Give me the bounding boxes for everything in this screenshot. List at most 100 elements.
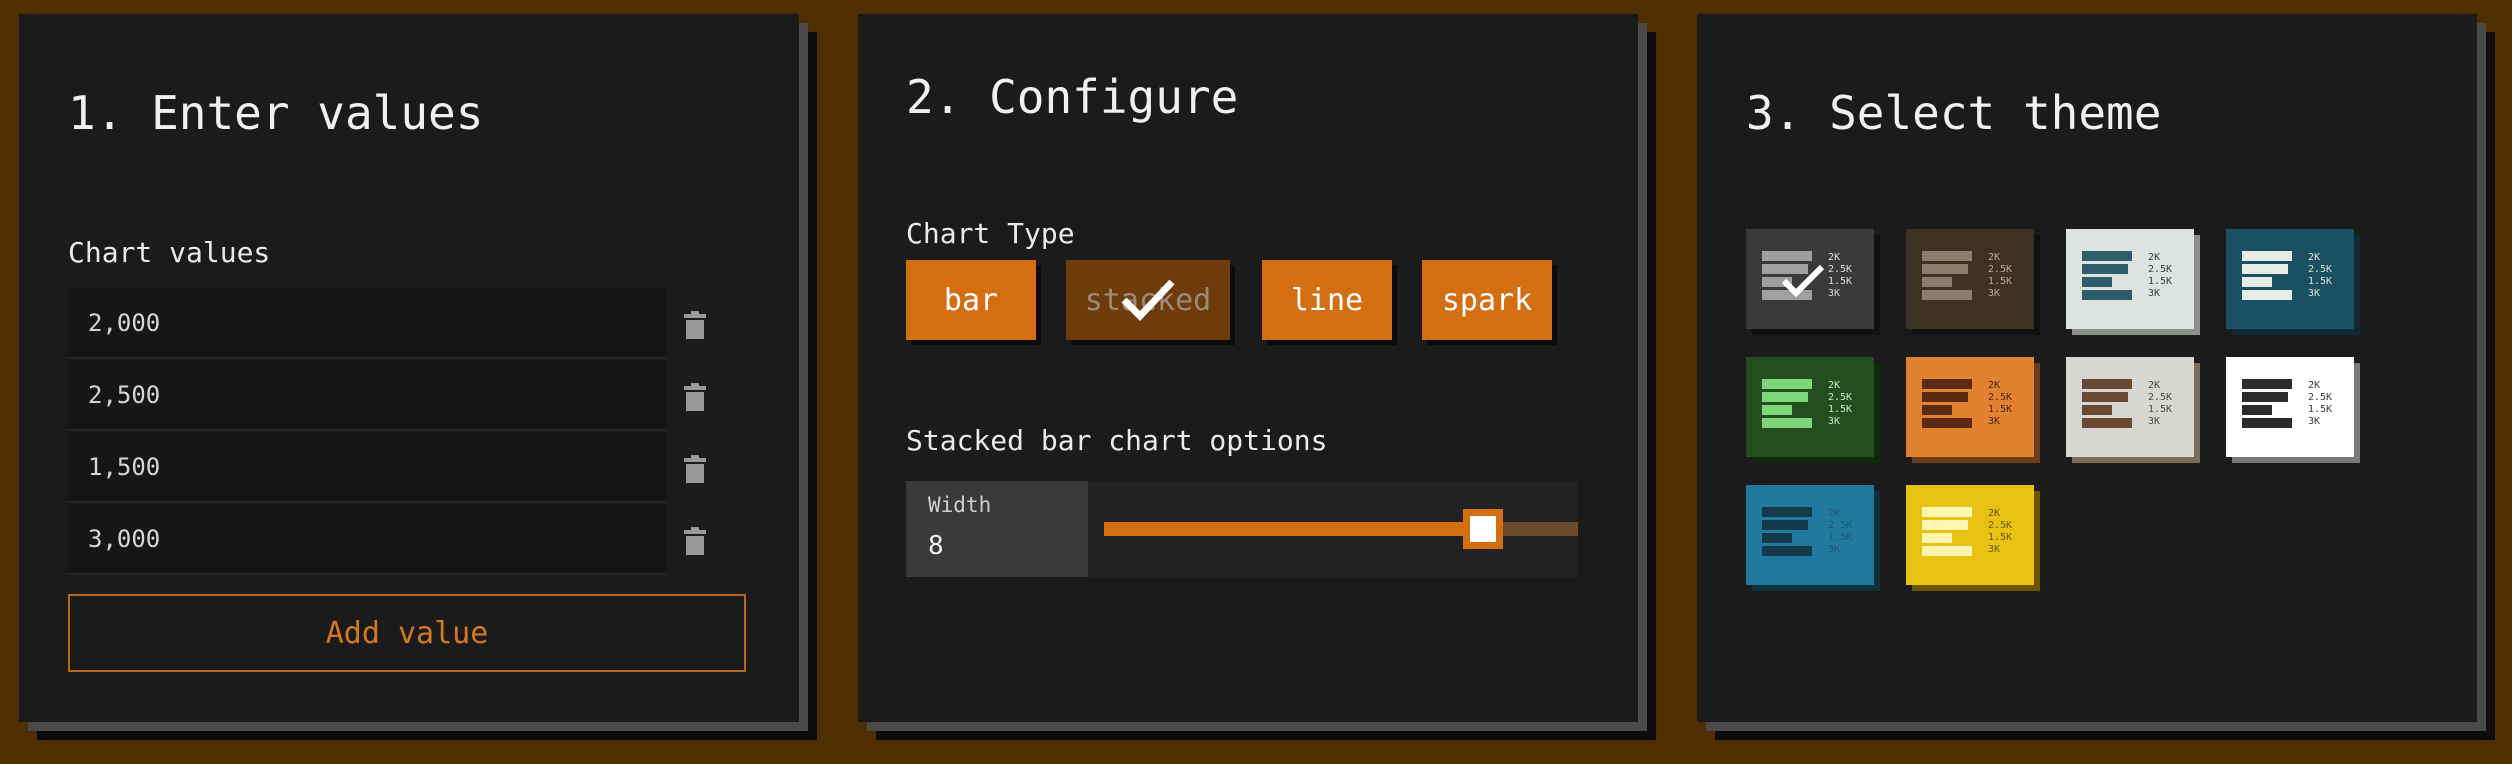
preview-bar <box>1922 290 1972 300</box>
preview-label: 2K <box>1988 508 2000 519</box>
preview-bar <box>1762 392 1808 402</box>
preview-bar <box>2082 405 2112 415</box>
checkmark-icon <box>1121 279 1175 322</box>
panel-title: 1. Enter values <box>68 86 484 140</box>
preview-label: 2.5K <box>1828 392 1852 403</box>
theme-preview: 2K2.5K1.5K3K <box>1922 379 2012 428</box>
value-input[interactable]: 1,500 <box>68 433 666 503</box>
preview-label: 2.5K <box>2148 392 2172 403</box>
preview-bar <box>1762 533 1792 543</box>
theme-preview: 2K2.5K1.5K3K <box>1762 251 1852 300</box>
theme-swatch-brown[interactable]: 2K 2.5K 1.5K 3K <box>1906 229 2034 329</box>
chart-type-spark-button[interactable]: spark <box>1422 260 1552 340</box>
preview-bar <box>1922 533 1952 543</box>
preview-label: 3K <box>1988 416 2000 427</box>
chart-type-bar-button[interactable]: bar <box>906 260 1036 340</box>
preview-bar <box>2082 264 2128 274</box>
preview-bar <box>1922 264 1968 274</box>
preview-label: 3K <box>2308 288 2320 299</box>
preview-label: 2K <box>2148 252 2160 263</box>
theme-preview: 2K2.5K1.5K3K <box>2082 379 2172 428</box>
preview-label: 2.5K <box>1828 520 1852 531</box>
theme-preview: 2K2.5K1.5K3K <box>1922 251 2012 300</box>
configure-panel: 2. Configure Chart Type bar stacked line… <box>858 14 1638 722</box>
theme-swatch-white[interactable]: 2K 2.5K 1.5K 3K <box>2226 357 2354 457</box>
preview-label: 3K <box>1988 288 2000 299</box>
theme-preview: 2K2.5K1.5K3K <box>2082 251 2172 300</box>
preview-label: 2K <box>1988 380 2000 391</box>
preview-bar <box>1922 392 1968 402</box>
preview-label: 1.5K <box>1988 532 2012 543</box>
slider-fill <box>1104 522 1484 536</box>
preview-label: 2.5K <box>1988 392 2012 403</box>
trash-icon[interactable] <box>684 311 706 339</box>
width-field[interactable]: Width 8 <box>906 481 1088 577</box>
preview-bar <box>1922 251 1972 261</box>
preview-label: 1.5K <box>2308 276 2332 287</box>
width-label: Width <box>928 493 992 517</box>
preview-label: 2.5K <box>2308 264 2332 275</box>
chart-type-line-button[interactable]: line <box>1262 260 1392 340</box>
theme-swatch-orange[interactable]: 2K 2.5K 1.5K 3K <box>1906 357 2034 457</box>
preview-label: 2K <box>1988 252 2000 263</box>
theme-swatch-gray[interactable]: 2K 2.5K 1.5K 3K <box>1746 229 1874 329</box>
theme-swatch-green[interactable]: 2K 2.5K 1.5K 3K <box>1746 357 1874 457</box>
preview-bar <box>1762 507 1812 517</box>
theme-swatch-paper[interactable]: 2K 2.5K 1.5K 3K <box>2066 357 2194 457</box>
preview-label: 1.5K <box>1988 276 2012 287</box>
trash-icon[interactable] <box>684 527 706 555</box>
preview-bar <box>2242 379 2292 389</box>
enter-values-panel: 1. Enter values Chart values 2,000 2,500… <box>19 14 799 722</box>
slider-handle[interactable] <box>1463 509 1504 549</box>
preview-label: 1.5K <box>2148 276 2172 287</box>
add-value-button[interactable]: Add value <box>68 594 746 672</box>
preview-bar <box>2082 418 2132 428</box>
panel-title: 2. Configure <box>906 70 1239 124</box>
chart-type-label: Chart Type <box>906 217 1075 250</box>
preview-label: 2K <box>1828 508 1840 519</box>
slider-track[interactable] <box>1104 522 1578 536</box>
chart-type-stacked-button[interactable]: stacked <box>1066 260 1230 340</box>
theme-swatch-light[interactable]: 2K 2.5K 1.5K 3K <box>2066 229 2194 329</box>
value-input[interactable]: 2,500 <box>68 361 666 431</box>
preview-bar <box>1762 418 1812 428</box>
preview-bar <box>1762 520 1808 530</box>
preview-bar <box>2082 277 2112 287</box>
theme-preview: 2K2.5K1.5K3K <box>2242 251 2332 300</box>
preview-bar <box>1762 546 1812 556</box>
theme-swatch-blue[interactable]: 2K 2.5K 1.5K 3K <box>1746 485 1874 585</box>
chart-values-label: Chart values <box>68 236 271 269</box>
preview-bar <box>2242 277 2272 287</box>
preview-bar <box>1762 405 1792 415</box>
preview-bar <box>1762 264 1808 274</box>
preview-label: 3K <box>2148 416 2160 427</box>
preview-label: 1.5K <box>2148 404 2172 415</box>
value-input[interactable]: 3,000 <box>68 505 666 575</box>
trash-icon[interactable] <box>684 455 706 483</box>
width-slider[interactable] <box>1088 481 1578 577</box>
theme-preview: 2K2.5K1.5K3K <box>1762 379 1852 428</box>
preview-label: 2K <box>2308 252 2320 263</box>
preview-label: 1.5K <box>1828 404 1852 415</box>
theme-swatch-teal[interactable]: 2K 2.5K 1.5K 3K <box>2226 229 2354 329</box>
theme-swatch-yellow[interactable]: 2K 2.5K 1.5K 3K <box>1906 485 2034 585</box>
preview-label: 2.5K <box>1828 264 1852 275</box>
preview-bar <box>2242 251 2292 261</box>
value-input[interactable]: 2,000 <box>68 289 666 359</box>
options-label: Stacked bar chart options <box>906 424 1328 457</box>
trash-icon[interactable] <box>684 383 706 411</box>
preview-bar <box>1762 251 1812 261</box>
preview-label: 2K <box>1828 252 1840 263</box>
preview-bar <box>2082 392 2128 402</box>
theme-preview: 2K2.5K1.5K3K <box>2242 379 2332 428</box>
preview-label: 1.5K <box>1828 532 1852 543</box>
preview-label: 3K <box>1988 544 2000 555</box>
preview-label: 2K <box>1828 380 1840 391</box>
preview-bar <box>2082 379 2132 389</box>
preview-label: 2K <box>2148 380 2160 391</box>
preview-label: 2.5K <box>2308 392 2332 403</box>
preview-bar <box>1762 379 1812 389</box>
panel-title: 3. Select theme <box>1746 86 2162 140</box>
preview-bar <box>2242 418 2292 428</box>
preview-bar <box>2242 392 2288 402</box>
